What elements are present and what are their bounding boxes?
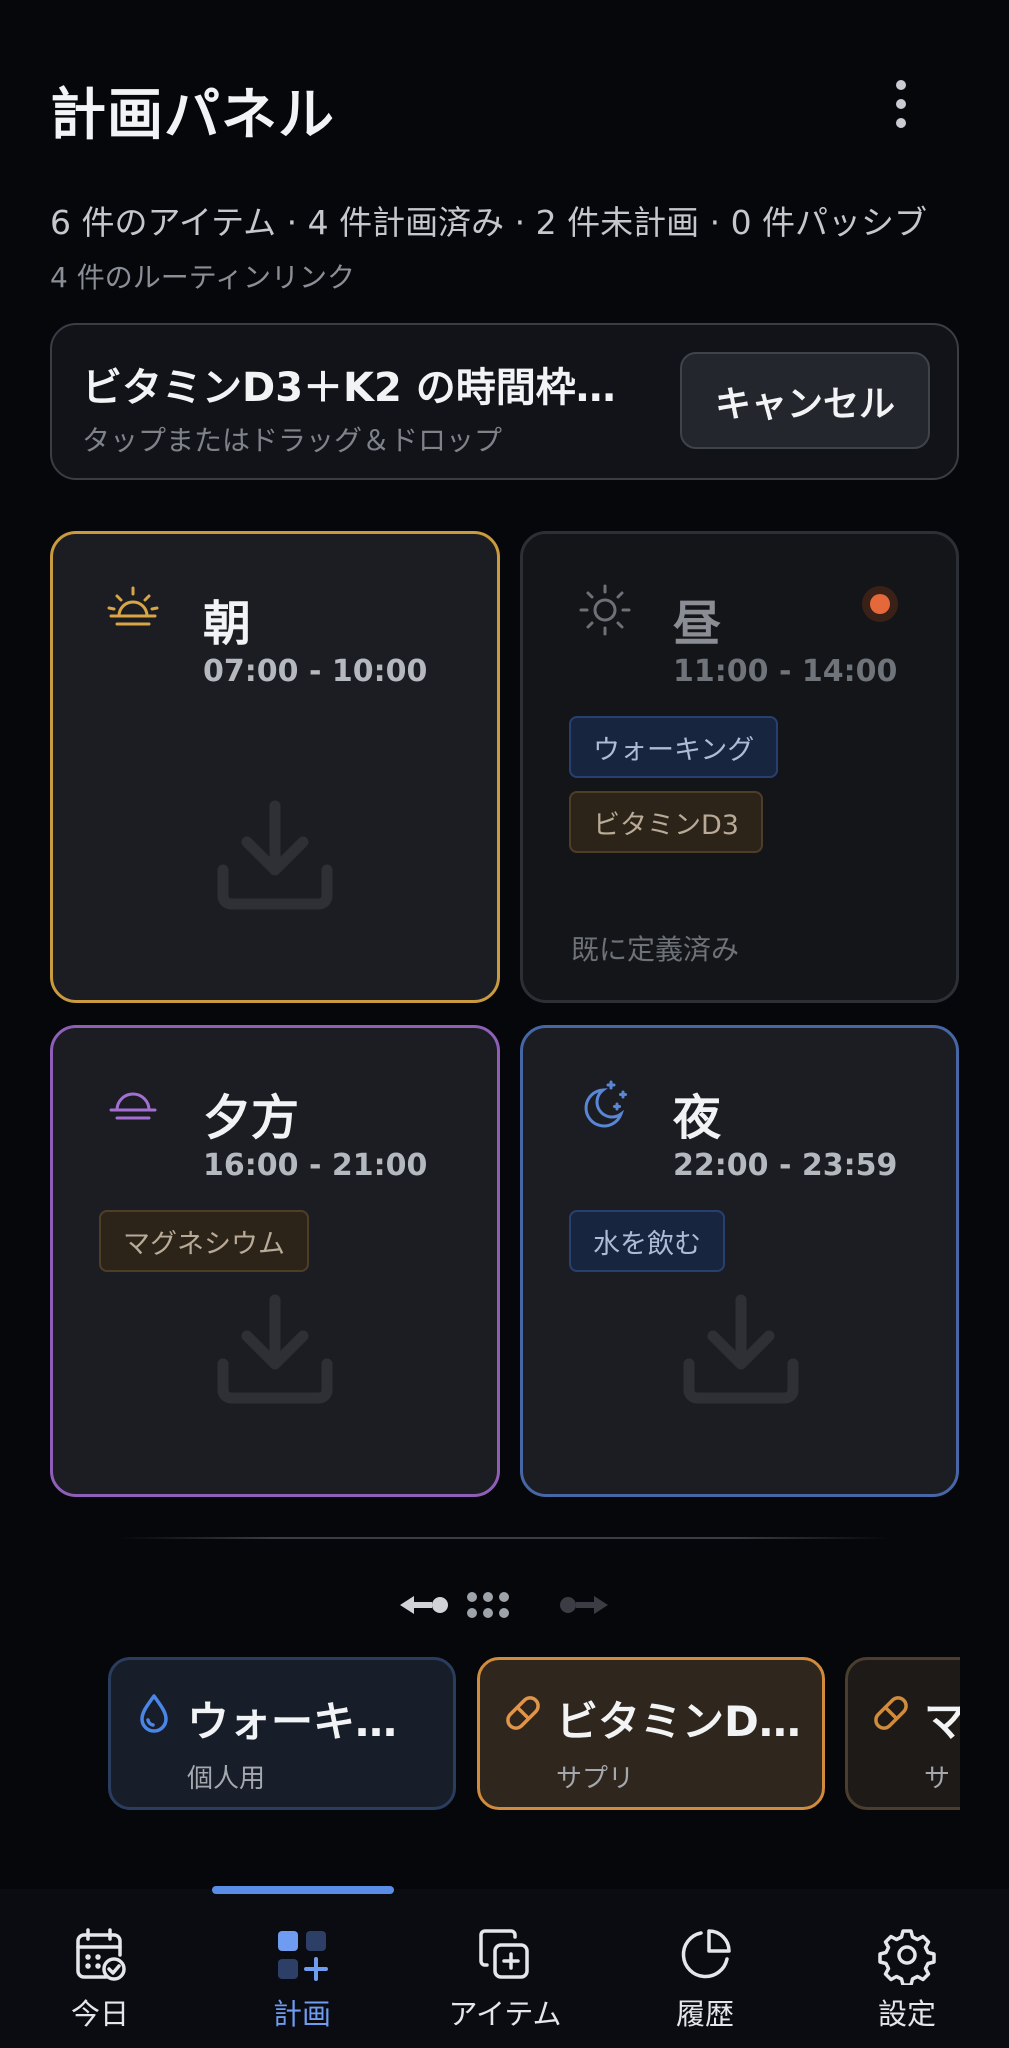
item-card-walking[interactable]: ウォーキ… 個人用	[108, 1657, 456, 1810]
scheduling-banner: ビタミンD3＋K2 の時間枠… タップまたはドラッグ＆ドロップ キャンセル	[50, 323, 959, 480]
scroll-left-icon	[400, 1596, 448, 1614]
page-title: 計画パネル	[50, 83, 335, 148]
item-carousel[interactable]: ウォーキ… 個人用 ビタミンD… サプリ マ サ	[50, 1655, 960, 1815]
nav-label: 計画	[272, 1997, 331, 2031]
pie-chart-icon	[681, 1929, 731, 1979]
moon-stars-icon	[584, 1080, 627, 1128]
nav-today[interactable]: 今日	[0, 1925, 200, 2033]
nav-plan[interactable]: 計画	[202, 1925, 402, 2033]
plan-summary: 6 件のアイテム · 4 件計画済み · 2 件未計画 · 0 件パッシブ	[50, 203, 928, 242]
more-options-icon[interactable]	[884, 80, 918, 128]
slot-time: 11:00 - 14:00	[673, 654, 898, 689]
slot-time: 07:00 - 10:00	[203, 654, 428, 689]
pill-icon	[874, 1696, 908, 1730]
drop-icon	[140, 1694, 168, 1733]
sun-icon	[579, 584, 631, 636]
calendar-check-icon	[76, 1928, 126, 1981]
slot-noon[interactable]: 昼 11:00 - 14:00 ウォーキング ビタミンD3 既に定義済み	[520, 531, 959, 1003]
routine-link-count: 4 件のルーティンリンク	[50, 261, 356, 294]
slot-night[interactable]: 夜 22:00 - 23:59 水を飲む	[520, 1025, 959, 1497]
item-title: ウォーキ…	[187, 1697, 398, 1746]
banner-subtitle: タップまたはドラッグ＆ドロップ	[82, 424, 503, 457]
chip-vitamin-d3[interactable]: ビタミンD3	[569, 791, 763, 853]
slot-morning[interactable]: 朝 07:00 - 10:00	[50, 531, 500, 1003]
copy-plus-icon	[479, 1929, 529, 1979]
already-defined-note: 既に定義済み	[571, 933, 740, 966]
item-card-vitamin-d[interactable]: ビタミンD… サプリ	[477, 1657, 825, 1810]
chip-walking[interactable]: ウォーキング	[569, 716, 779, 778]
current-slot-indicator	[862, 586, 898, 622]
sunset-icon	[109, 1092, 157, 1120]
nav-history[interactable]: 履歴	[605, 1925, 805, 2033]
slot-name: 夕方	[203, 1090, 300, 1146]
item-category: 個人用	[187, 1764, 266, 1794]
grid-plus-icon	[278, 1931, 328, 1981]
drop-target-icon	[217, 800, 333, 910]
chip-magnesium[interactable]: マグネシウム	[99, 1210, 309, 1272]
nav-items[interactable]: アイテム	[405, 1925, 605, 2033]
item-card-magnesium[interactable]: マ サ	[845, 1657, 960, 1810]
grid-dots-icon	[467, 1592, 509, 1618]
gear-icon	[878, 1929, 936, 1985]
banner-title: ビタミンD3＋K2 の時間枠…	[82, 365, 616, 411]
active-tab-indicator	[212, 1886, 394, 1894]
item-title: マ	[924, 1697, 960, 1746]
divider	[120, 1537, 890, 1539]
scroll-right-icon	[560, 1596, 608, 1614]
item-category: サプリ	[556, 1764, 635, 1794]
nav-label: アイテム	[448, 1997, 562, 2031]
nav-label: 履歴	[675, 1997, 734, 2031]
slot-name: 昼	[673, 596, 722, 652]
slot-time: 16:00 - 21:00	[203, 1148, 428, 1183]
nav-settings[interactable]: 設定	[807, 1925, 1007, 2033]
slot-name: 朝	[203, 596, 252, 652]
slot-name: 夜	[673, 1090, 722, 1146]
bottom-navigation: 今日 計画 アイテム 履歴 設定	[0, 1889, 1009, 2048]
carousel-pager[interactable]	[398, 1585, 610, 1625]
item-title: ビタミンD…	[556, 1697, 801, 1746]
nav-label: 今日	[70, 1997, 129, 2031]
sunrise-icon	[107, 586, 159, 626]
nav-label: 設定	[877, 1997, 936, 2031]
chip-drink-water[interactable]: 水を飲む	[569, 1210, 725, 1272]
pill-icon	[506, 1696, 540, 1730]
drop-target-icon	[217, 1294, 333, 1404]
drop-target-icon	[683, 1294, 799, 1404]
slot-evening[interactable]: 夕方 16:00 - 21:00 マグネシウム	[50, 1025, 500, 1497]
slot-time: 22:00 - 23:59	[673, 1148, 898, 1183]
cancel-button[interactable]: キャンセル	[680, 352, 930, 449]
item-category: サ	[924, 1764, 951, 1794]
